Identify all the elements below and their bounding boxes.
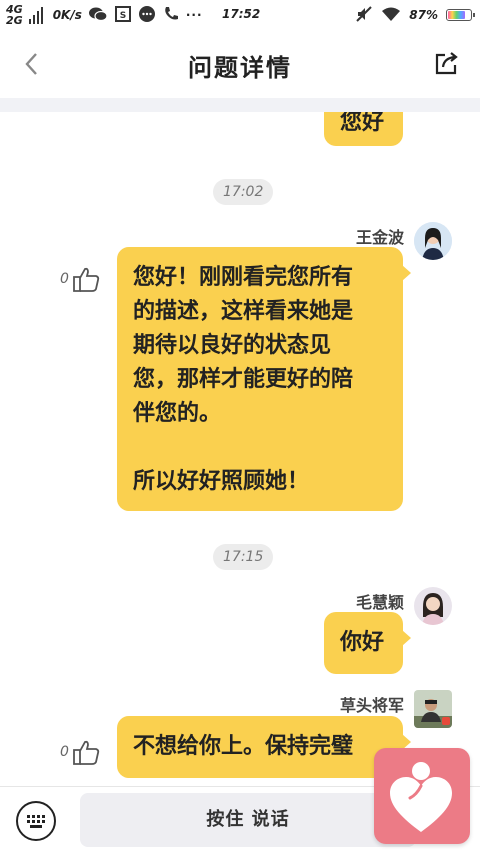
message-icon [138,5,156,26]
share-button[interactable] [432,48,462,78]
thumbs-up-icon [73,740,100,765]
bubble-tail [402,265,411,281]
bubble-tail [402,630,411,646]
screenshot-icon: S [114,5,132,26]
avatar[interactable] [414,222,452,260]
wifi-icon [381,6,401,25]
avatar[interactable] [414,690,452,728]
sender-name: 草头将军 [339,696,404,715]
status-bar: 4G 2G 0K/s S ··· 17:52 87% [0,0,480,30]
app-header: 问题详情 [0,30,480,98]
wechat-icon [88,6,108,25]
timestamp: 17:02 [213,179,274,205]
message-line: 期待以良好的状态见 [133,333,332,358]
avatar-image [414,222,452,260]
sender-name: 毛慧颖 [355,593,404,612]
heart-person-icon [390,762,452,832]
timestamp: 17:15 [213,544,274,570]
signal-icon [28,4,47,26]
avatar-image [414,587,452,625]
network-type-bottom: 2G [6,14,23,27]
battery-percent: 87% [409,8,438,22]
svg-text:S: S [120,11,126,21]
like-count: 0 [60,744,69,760]
like-count: 0 [60,271,69,287]
mute-icon [355,5,373,26]
message-bubble: 你好 [324,612,411,674]
battery-icon [446,9,475,21]
status-time: 17:52 [222,7,261,21]
floating-heart-button[interactable] [374,748,470,844]
share-icon [435,52,458,75]
keyboard-icon [27,815,45,828]
hold-to-talk-button[interactable]: 按住 说话 [80,793,416,847]
sender-name: 王金波 [355,228,404,247]
phone-missed-icon [162,5,180,26]
net-speed: 0K/s [52,8,82,22]
message-bubble: 您好！刚刚看完您所有 的描述，这样看来她是 期待以良好的状态见 您，那样才能更好… [117,247,411,511]
message-line: 的描述，这样看来她是 [133,299,354,324]
keyboard-toggle-button[interactable] [16,801,56,841]
message-line: 您，那样才能更好的陪 [133,367,354,392]
thumbs-up-icon [73,267,100,292]
chat-area[interactable]: 您好 17:02 王金波 0 您好！刚刚看完您所有 的描述，这样看来她是 期待以… [0,112,480,786]
page-title: 问题详情 [188,54,292,82]
message-bubble: 不想给你上。保持完璧 [117,716,411,778]
network-type: 4G 2G [6,4,23,26]
message-text: 您好！刚刚看完您所有 的描述，这样看来她是 期待以良好的状态见 您，那样才能更好… [133,261,393,499]
avatar-image [414,690,452,728]
battery-fill [448,11,465,19]
message-text: 你好 [340,630,385,655]
message-bubble-partial: 您好 [324,112,403,146]
avatar[interactable] [414,587,452,625]
header-divider [0,98,480,112]
like-button[interactable]: 0 [60,737,101,767]
more-dots-icon: ··· [185,8,203,22]
like-button[interactable]: 0 [60,264,101,294]
message-text: 您好 [340,112,385,135]
message-line [133,431,393,465]
message-line: 伴您的。 [133,401,222,426]
message-line: 所以好好照顾她！ [133,469,310,494]
message-line: 您好！刚刚看完您所有 [133,265,354,290]
message-text: 不想给你上。保持完璧 [133,734,354,759]
